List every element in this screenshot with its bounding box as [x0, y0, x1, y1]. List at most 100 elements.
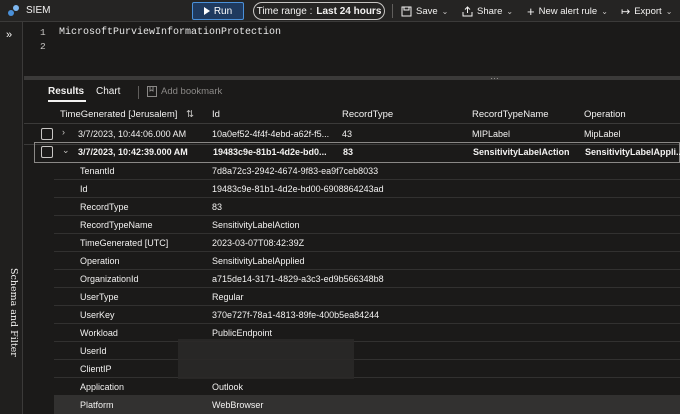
top-toolbar: SIEM Run Time range : Last 24 hours Save…: [0, 0, 680, 22]
cell-time: 3/7/2023, 10:42:39.000 AM: [78, 147, 188, 157]
tab-results[interactable]: Results: [48, 86, 84, 97]
column-header-recordtype[interactable]: RecordType: [342, 109, 393, 120]
chevron-down-icon: ⌄: [601, 6, 608, 16]
cell-recordtypename: MIPLabel: [472, 129, 511, 139]
drag-handle-icon[interactable]: …: [490, 71, 500, 81]
editor-results-splitter[interactable]: [24, 76, 680, 80]
row-checkbox[interactable]: [41, 128, 53, 140]
expand-double-chevron-icon[interactable]: »: [6, 29, 12, 41]
detail-key: RecordType: [80, 202, 129, 212]
play-icon: [203, 7, 210, 15]
tab-chart[interactable]: Chart: [96, 86, 120, 97]
detail-key: Operation: [80, 256, 120, 266]
share-button[interactable]: Share ⌄: [462, 3, 513, 19]
chevron-down-icon: ⌄: [506, 6, 514, 16]
detail-row-tenantid: TenantId 7d8a72c3-2942-4674-9f83-ea9f7ceb…: [54, 162, 680, 180]
detail-key: ClientIP: [80, 364, 112, 374]
detail-key: UserId: [80, 346, 107, 356]
plus-icon: +: [527, 3, 535, 19]
table-header: TimeGenerated [Jerusalem] ⇅ Id RecordTyp…: [24, 104, 680, 124]
detail-value: PublicEndpoint: [212, 328, 273, 338]
chevron-down-icon[interactable]: ⌄: [62, 145, 70, 156]
column-header-timegenerated[interactable]: TimeGenerated [Jerusalem] ⇅: [60, 109, 194, 120]
arrow-right-icon: ↦: [621, 5, 631, 18]
table-row-expanded[interactable]: ⌄ 3/7/2023, 10:42:39.000 AM 19483c9e-81b…: [34, 142, 680, 163]
detail-row-userkey: UserKey 370e727f-78a1-4813-89fe-400b5ea84…: [54, 306, 680, 324]
detail-row-application: Application Outlook: [54, 378, 680, 396]
line-number: 2: [40, 41, 46, 52]
redacted-area: [178, 339, 354, 379]
chevron-right-icon[interactable]: ›: [62, 127, 65, 137]
detail-value: 19483c9e-81b1-4d2e-bd00-6908864243ad: [212, 184, 384, 194]
detail-value: 7d8a72c3-2942-4674-9f83-ea9f7ceb8033: [212, 166, 379, 176]
column-header-recordtypename[interactable]: RecordTypeName: [472, 109, 549, 120]
app-title: SIEM: [26, 5, 51, 16]
detail-row-organizationid: OrganizationId a715de14-3171-4829-a3c3-ed…: [54, 270, 680, 288]
detail-row-id: Id 19483c9e-81b1-4d2e-bd00-6908864243ad: [54, 180, 680, 198]
detail-value: 370e727f-78a1-4813-89fe-400b5ea84244: [212, 310, 380, 320]
detail-row-userid: UserId: [54, 342, 680, 360]
column-header-operation[interactable]: Operation: [584, 109, 626, 120]
line-number: 1: [40, 27, 46, 38]
time-range-label: Time range :: [256, 5, 313, 17]
app-logo-icon: [6, 4, 20, 18]
cell-id: 19483c9e-81b1-4d2e-bd0...: [213, 147, 327, 157]
query-text[interactable]: MicrosoftPurviewInformationProtection: [59, 27, 281, 38]
schema-filter-label: Schema and Filter: [8, 268, 19, 357]
time-range-picker[interactable]: Time range : Last 24 hours: [253, 2, 385, 20]
export-button[interactable]: ↦ Export ⌄: [621, 3, 672, 19]
detail-key: TimeGenerated [UTC]: [80, 238, 169, 248]
tab-divider: [138, 86, 139, 99]
detail-key: UserKey: [80, 310, 115, 320]
detail-value: SensitivityLabelApplied: [212, 256, 305, 266]
detail-key: UserType: [80, 292, 119, 302]
row-checkbox[interactable]: [41, 146, 53, 158]
toolbar-divider: [392, 4, 393, 18]
detail-key: Workload: [80, 328, 118, 338]
share-icon: [462, 5, 473, 16]
detail-row-operation: Operation SensitivityLabelApplied: [54, 252, 680, 270]
save-button[interactable]: Save ⌄: [401, 3, 448, 19]
detail-value: 83: [212, 202, 223, 212]
cell-recordtypename: SensitivityLabelAction: [473, 147, 570, 157]
active-tab-indicator: [48, 100, 86, 102]
add-bookmark-label: Add bookmark: [161, 86, 223, 97]
detail-key: TenantId: [80, 166, 115, 176]
new-alert-rule-label: New alert rule: [538, 5, 598, 17]
run-button[interactable]: Run: [192, 2, 244, 20]
detail-row-platform: Platform WebBrowser: [54, 396, 680, 414]
detail-key: Platform: [80, 400, 114, 410]
detail-row-usertype: UserType Regular: [54, 288, 680, 306]
detail-row-recordtype: RecordType 83: [54, 198, 680, 216]
detail-row-workload: Workload PublicEndpoint: [54, 324, 680, 342]
cell-operation: SensitivityLabelAppli...: [585, 147, 680, 157]
run-button-label: Run: [213, 5, 233, 17]
export-label: Export: [634, 5, 662, 17]
detail-value: 2023-03-07T08:42:39Z: [212, 238, 305, 248]
chevron-down-icon: ⌄: [665, 6, 673, 16]
column-header-label: TimeGenerated [Jerusalem]: [60, 109, 178, 120]
cell-id: 10a0ef52-4f4f-4ebd-a62f-f5...: [212, 129, 330, 139]
detail-key: RecordTypeName: [80, 220, 153, 230]
cell-operation: MipLabel: [584, 129, 621, 139]
cell-recordtype: 83: [343, 147, 354, 157]
share-label: Share: [477, 5, 503, 17]
detail-value: SensitivityLabelAction: [212, 220, 300, 230]
detail-value: Outlook: [212, 382, 244, 392]
sort-arrows-icon[interactable]: ⇅: [186, 109, 194, 120]
detail-value: WebBrowser: [212, 400, 264, 410]
query-editor[interactable]: 1 2 MicrosoftPurviewInformationProtectio…: [24, 22, 680, 76]
detail-row-timegenerated: TimeGenerated [UTC] 2023-03-07T08:42:39Z: [54, 234, 680, 252]
schema-filter-pane[interactable]: » Schema and Filter: [0, 22, 23, 414]
column-header-id[interactable]: Id: [212, 109, 220, 120]
detail-key: Application: [80, 382, 125, 392]
detail-key: Id: [80, 184, 88, 194]
cell-recordtype: 43: [342, 129, 353, 139]
save-icon: [401, 6, 412, 16]
detail-key: OrganizationId: [80, 274, 139, 284]
time-range-value: Last 24 hours: [316, 5, 382, 17]
detail-value: a715de14-3171-4829-a3c3-ed9b566348b8: [212, 274, 384, 284]
cell-time: 3/7/2023, 10:44:06.000 AM: [78, 129, 187, 139]
add-bookmark-button[interactable]: Add bookmark: [147, 86, 222, 97]
new-alert-rule-button[interactable]: + New alert rule ⌄: [527, 3, 608, 19]
